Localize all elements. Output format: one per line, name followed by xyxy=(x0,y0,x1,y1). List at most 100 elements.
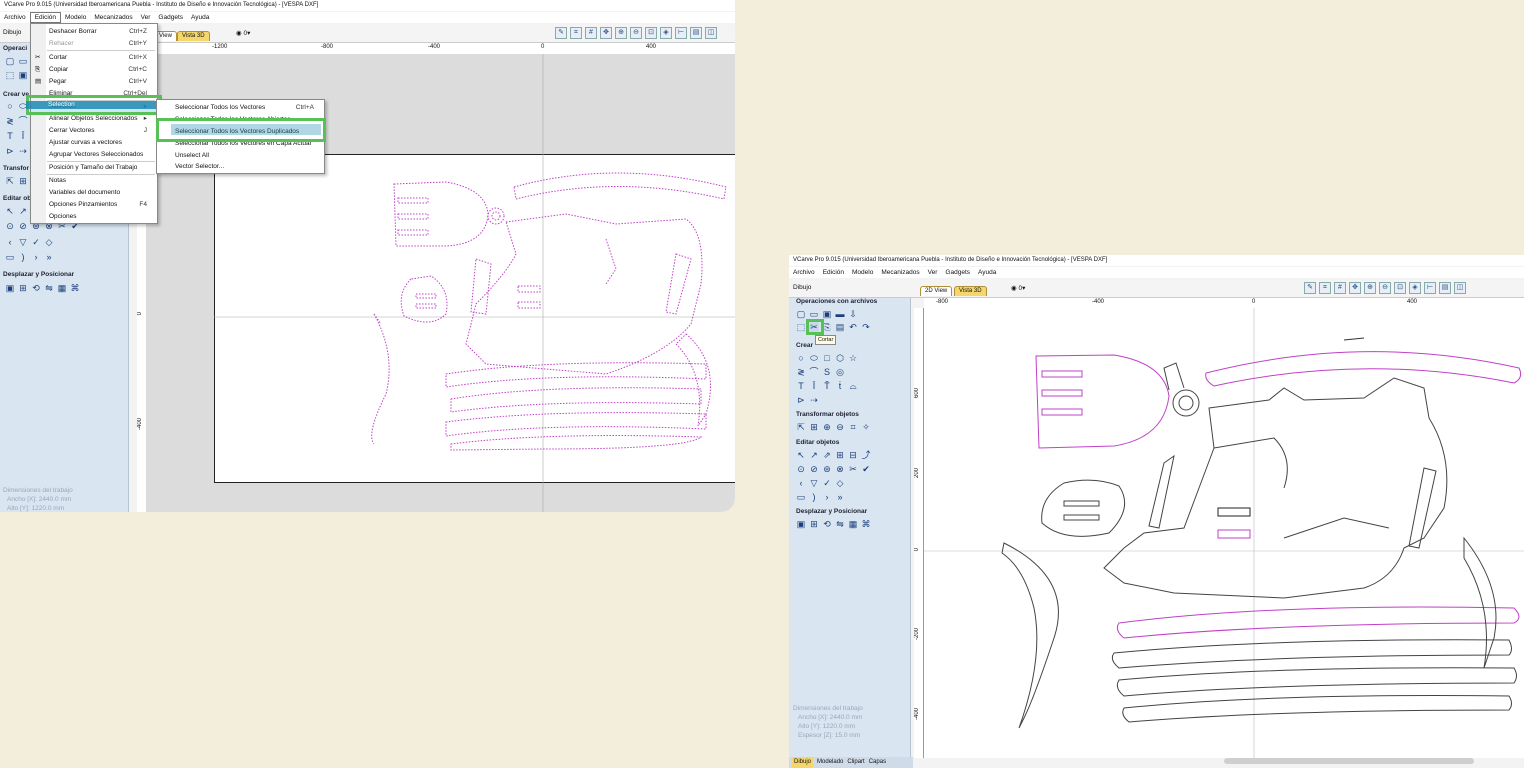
weld-icon[interactable]: ⊙ xyxy=(796,464,806,474)
select-arrow-icon[interactable]: ↖ xyxy=(5,206,15,216)
scale-object-icon[interactable]: ⊞ xyxy=(18,176,28,186)
weld-icon[interactable]: ⊙ xyxy=(5,221,15,231)
intersect-icon[interactable]: ⊛ xyxy=(822,464,832,474)
move-icon[interactable]: ✥ xyxy=(600,27,612,39)
distribute-icon[interactable]: ⊞ xyxy=(18,283,28,293)
menu-ayuda[interactable]: Ayuda xyxy=(974,267,1000,278)
scale-object-icon[interactable]: ⊞ xyxy=(809,422,819,432)
polyline-icon[interactable]: ≷ xyxy=(796,367,806,377)
move-object-icon[interactable]: ⇱ xyxy=(796,422,806,432)
chevron-right-icon[interactable]: › xyxy=(822,492,832,502)
undo-icon[interactable]: ↶ xyxy=(848,322,858,332)
save-icon[interactable]: ▣ xyxy=(822,309,832,319)
group-icon[interactable]: ⊞ xyxy=(835,450,845,460)
menu-ver[interactable]: Ver xyxy=(924,267,942,278)
dimension-icon[interactable]: ⊳ xyxy=(5,146,15,156)
mirror-icon[interactable]: ⇋ xyxy=(44,283,54,293)
layout-icon[interactable]: ▤ xyxy=(1439,282,1451,294)
select-icon[interactable]: ⬚ xyxy=(796,322,806,332)
polygon-icon[interactable]: ⬡ xyxy=(835,353,845,363)
diamond-icon[interactable]: ◇ xyxy=(835,478,845,488)
tab-vista-3d[interactable]: Vista 3D xyxy=(954,286,987,296)
new-file-icon[interactable]: ▢ xyxy=(5,56,15,66)
grid-icon[interactable]: # xyxy=(585,27,597,39)
polyline-icon[interactable]: ≷ xyxy=(5,116,15,126)
move-object-icon[interactable]: ⇱ xyxy=(5,176,15,186)
menu-modelo[interactable]: Modelo xyxy=(848,267,877,278)
nest-icon[interactable]: ⌘ xyxy=(70,283,80,293)
menu-ver[interactable]: Ver xyxy=(137,12,155,23)
split-view-icon[interactable]: ◫ xyxy=(1454,282,1466,294)
node-edit-icon[interactable]: ↗ xyxy=(809,450,819,460)
angle-left-icon[interactable]: ‹ xyxy=(796,478,806,488)
layer-selector[interactable]: ◉ 0▾ xyxy=(236,29,250,37)
dimension-icon[interactable]: ⊳ xyxy=(796,395,806,405)
menu-ayuda[interactable]: Ayuda xyxy=(187,12,213,23)
menu-archivo[interactable]: Archivo xyxy=(0,12,30,23)
rectangle-icon[interactable]: □ xyxy=(822,353,832,363)
bracket-icon[interactable]: ) xyxy=(18,252,28,262)
check-tool-icon[interactable]: ✔ xyxy=(861,464,871,474)
measure-icon[interactable]: ⊢ xyxy=(1424,282,1436,294)
double-chevron-icon[interactable]: » xyxy=(835,492,845,502)
menu-item-copy[interactable]: ⎘ Copiar Ctrl+C xyxy=(31,64,157,75)
pen-icon[interactable]: ✎ xyxy=(555,27,567,39)
zoom-fit-icon[interactable]: ⊡ xyxy=(1394,282,1406,294)
arc-icon[interactable]: ⌒ xyxy=(18,116,28,126)
zoom-out-icon[interactable]: ⊖ xyxy=(630,27,642,39)
text-box-icon[interactable]: Ī xyxy=(809,381,819,391)
text-bend-icon[interactable]: ⌓ xyxy=(848,381,858,391)
layer-selector[interactable]: ◉ 0▾ xyxy=(1011,284,1025,292)
circle-icon[interactable]: ○ xyxy=(796,353,806,363)
zoom-select-icon[interactable]: ◈ xyxy=(1409,282,1421,294)
text-box-icon[interactable]: Ī xyxy=(18,131,28,141)
measure-icon[interactable]: ⊢ xyxy=(675,27,687,39)
paste-icon[interactable]: ▤ xyxy=(835,322,845,332)
drawing-canvas[interactable] xyxy=(924,308,1524,758)
zoom-fit-icon[interactable]: ⊡ xyxy=(645,27,657,39)
menu-item-cut[interactable]: ✂ Cortar Ctrl+X xyxy=(31,52,157,63)
checkmark-icon[interactable]: ✓ xyxy=(31,237,41,247)
arrow-icon[interactable]: ⇢ xyxy=(18,146,28,156)
distort-icon[interactable]: ⌗ xyxy=(848,422,858,432)
menu-item-paste[interactable]: ▤ Pegar Ctrl+V xyxy=(31,76,157,87)
folder-icon[interactable]: ▬ xyxy=(835,309,845,319)
new-file-icon[interactable]: ▢ xyxy=(796,309,806,319)
subtract-icon[interactable]: ⊘ xyxy=(809,464,819,474)
trim-icon[interactable]: ⊗ xyxy=(835,464,845,474)
curve-icon[interactable]: S xyxy=(822,367,832,377)
ungroup-icon[interactable]: ⊟ xyxy=(848,450,858,460)
menu-item-snap-options[interactable]: Opciones Pinzamientos F4 xyxy=(31,199,157,210)
grid-icon[interactable]: # xyxy=(1334,282,1346,294)
array-icon[interactable]: ▦ xyxy=(57,283,67,293)
menu-gadgets[interactable]: Gadgets xyxy=(154,12,187,23)
node-add-icon[interactable]: ⇗ xyxy=(822,450,832,460)
menu-item-variables[interactable]: Variables del documento xyxy=(31,187,157,198)
pen-icon[interactable]: ✎ xyxy=(1304,282,1316,294)
rounded-rect-icon[interactable]: ▭ xyxy=(796,492,806,502)
center-icon[interactable]: ✧ xyxy=(861,422,871,432)
menu-item-close-vectors[interactable]: Cerrar Vectores J xyxy=(31,125,157,136)
zoom-in-icon[interactable]: ⊕ xyxy=(615,27,627,39)
snap-icon[interactable]: ⌗ xyxy=(1319,282,1331,294)
tab-dibujo[interactable]: Dibujo xyxy=(792,757,814,768)
menu-modelo[interactable]: Modelo xyxy=(61,12,90,23)
menu-mecanizados[interactable]: Mecanizados xyxy=(877,267,923,278)
rotate-icon[interactable]: ⟲ xyxy=(31,283,41,293)
spiral-icon[interactable]: ◎ xyxy=(835,367,845,377)
mirror-icon[interactable]: ⇋ xyxy=(835,519,845,529)
tab-modelado[interactable]: Modelado xyxy=(817,757,843,768)
zoom-in-icon[interactable]: ⊕ xyxy=(1364,282,1376,294)
scissors-icon[interactable]: ✂ xyxy=(848,464,858,474)
tab-2d-view[interactable]: 2D View xyxy=(920,286,953,296)
align-icon[interactable]: ▣ xyxy=(5,283,15,293)
menu-edicion[interactable]: Edición xyxy=(819,267,848,278)
select-icon[interactable]: ⬚ xyxy=(5,70,15,80)
triangle-down-icon[interactable]: ▽ xyxy=(809,478,819,488)
redo-icon[interactable]: ↷ xyxy=(861,322,871,332)
triangle-down-icon[interactable]: ▽ xyxy=(18,237,28,247)
menu-item-options[interactable]: Opciones xyxy=(31,211,157,222)
chevron-right-icon[interactable]: › xyxy=(31,252,41,262)
mirror-object-icon[interactable]: ⊖ xyxy=(835,422,845,432)
bracket-icon[interactable]: ) xyxy=(809,492,819,502)
